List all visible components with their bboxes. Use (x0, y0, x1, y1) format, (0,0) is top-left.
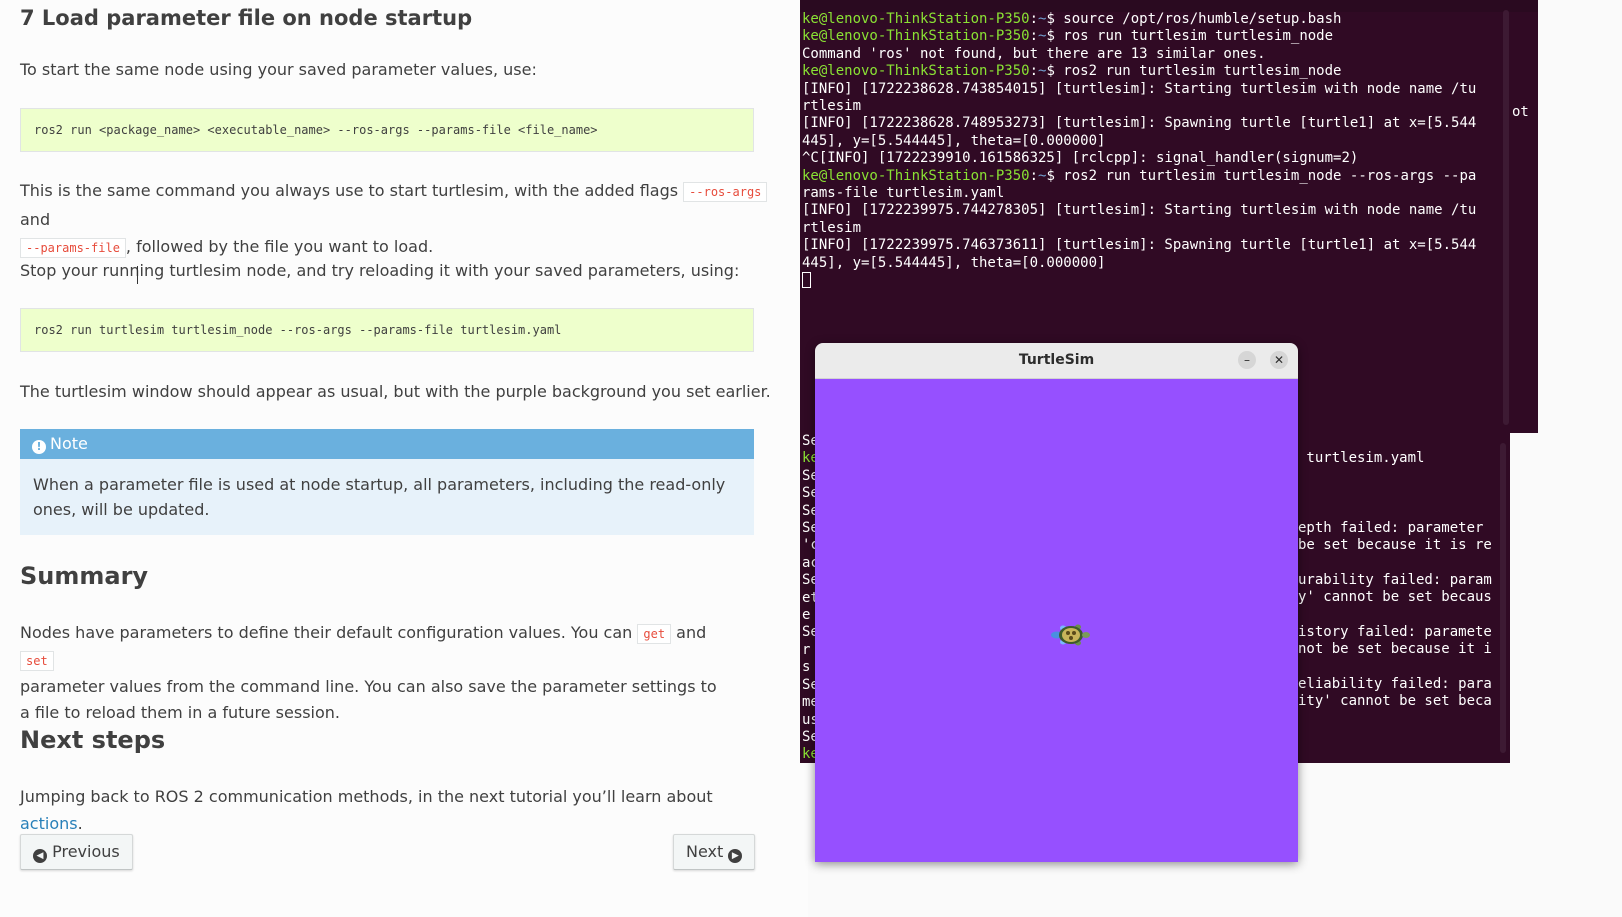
code-block-generic[interactable]: ros2 run <package_name> <executable_name… (20, 108, 754, 152)
terminal-front-right-fragment: ot (1512, 104, 1529, 120)
terminal-back-right-line: y' cannot be set becaus (1298, 589, 1492, 606)
note-body: When a parameter file is used at node st… (20, 459, 754, 535)
terminal-line: [INFO] [1722239975.744278305] [turtlesim… (802, 202, 1477, 219)
summary-text: Nodes have parameters to define their de… (20, 623, 638, 642)
prompt-command: $ ros2 run turtlesim turtlesim_node --ro… (1046, 167, 1477, 184)
terminal-back-right-line (1298, 659, 1508, 676)
flags-text: This is the same command you always use … (20, 181, 684, 200)
terminal-back-right-line: not be set because it i (1298, 641, 1492, 658)
terminal-line: [INFO] [1722238628.748953273] [turtlesim… (802, 115, 1477, 132)
inline-code-params-file: --params-file (20, 238, 126, 258)
terminal-line: rtlesim (802, 219, 862, 236)
terminal-back-right-text: turtlesim.yaml epth failed: parameter be s… (1298, 450, 1508, 711)
turtlesim-title: TurtleSim (1018, 352, 1095, 368)
next-steps-paragraph: Jumping back to ROS 2 communication meth… (20, 783, 780, 837)
prompt-command: $ ros run turtlesim turtlesim_node (1046, 28, 1334, 45)
terminal-back-right-line: eliability failed: para (1298, 676, 1492, 693)
terminal-line: ke@lenovo-ThinkStation-P350:~$ ros2 run … (802, 63, 1502, 80)
purple-background-paragraph: The turtlesim window should appear as us… (20, 382, 771, 401)
terminal-line: ke@lenovo-ThinkStation-P350:~$ ros run t… (802, 28, 1502, 45)
actions-link[interactable]: actions (20, 814, 78, 833)
turtle-icon (1051, 624, 1090, 646)
inline-code-ros-args: --ros-args (683, 182, 768, 202)
terminal-cursor (802, 272, 811, 288)
terminal-front-scrollbar[interactable] (1503, 10, 1509, 425)
close-button[interactable]: ✕ (1270, 351, 1288, 369)
terminal-line: 445], y=[5.544445], theta=[0.000000] (802, 254, 1106, 271)
terminal-line: ke@lenovo-ThinkStation-P350:~$ source /o… (802, 11, 1502, 28)
terminal-back-right-line (1298, 554, 1508, 571)
turtlesim-canvas[interactable] (815, 379, 1298, 862)
next-label: Next (686, 842, 724, 861)
prompt-command: $ ros2 run turtlesim turtlesim_node (1046, 63, 1342, 80)
terminal-back-right-line: urability failed: param (1298, 571, 1492, 588)
terminal-back-right-line (1298, 485, 1508, 502)
and-text: and (20, 210, 51, 229)
prompt-user: ke@lenovo-ThinkStation-P350 (802, 63, 1030, 80)
terminal-line: [INFO] [1722239975.746373611] [turtlesim… (802, 237, 1477, 254)
next-steps-text: Jumping back to ROS 2 communication meth… (20, 787, 713, 806)
summary-paragraph: Nodes have parameters to define their de… (20, 620, 720, 726)
terminal-back-right-line (1298, 467, 1508, 484)
summary-heading: Summary (20, 562, 149, 590)
inline-code-get: get (637, 624, 672, 644)
next-steps-period: . (77, 814, 83, 833)
prompt-user: ke@lenovo-ThinkStation-P350 (802, 28, 1030, 45)
note-title: Note (50, 434, 88, 453)
turtlesim-titlebar[interactable]: TurtleSim – ✕ (815, 343, 1298, 379)
terminal-line: Command 'ros' not found, but there are 1… (802, 45, 1266, 62)
inline-code-set: set (20, 651, 54, 671)
reload-paragraph: Stop your running turtlesim node, and tr… (20, 261, 740, 280)
prompt-separator: : (1029, 167, 1039, 184)
prompt-separator: : (1029, 28, 1039, 45)
terminal-front-output: ke@lenovo-ThinkStation-P350:~$ source /o… (802, 11, 1502, 272)
terminal-line: rams-file turtlesim.yaml (802, 185, 1005, 202)
terminal-line: [INFO] [1722238628.743854015] [turtlesim… (802, 80, 1477, 97)
note-header: ! Note (20, 429, 754, 459)
terminal-back-right-line: ity' cannot be set beca (1298, 693, 1492, 710)
summary-text-end: parameter values from the command line. … (20, 677, 717, 722)
documentation-pane: 7 Load parameter file on node startup To… (0, 0, 808, 917)
arrow-right-circle-icon: ▶ (728, 849, 743, 863)
text-cursor-icon (137, 266, 140, 284)
terminal-back-scrollbar[interactable] (1500, 443, 1506, 753)
previous-button[interactable]: ◀ Previous (20, 834, 133, 870)
intro-paragraph: To start the same node using your saved … (20, 60, 537, 79)
code-block-turtlesim[interactable]: ros2 run turtlesim turtlesim_node --ros-… (20, 308, 754, 352)
terminal-line: 445], y=[5.544445], theta=[0.000000] (802, 132, 1106, 149)
flags-text-end: , followed by the file you want to load. (125, 237, 434, 256)
turtlesim-window[interactable]: TurtleSim – ✕ (815, 343, 1298, 862)
prompt-separator: : (1029, 11, 1039, 27)
summary-and-text: and (671, 623, 707, 642)
section-heading: 7 Load parameter file on node startup (20, 6, 473, 30)
terminal-back-right-line: turtlesim.yaml (1298, 450, 1425, 466)
terminal-back-right-line (1298, 502, 1508, 519)
next-steps-heading: Next steps (20, 726, 166, 754)
prompt-user: ke@lenovo-ThinkStation-P350 (802, 11, 1030, 27)
arrow-left-circle-icon: ◀ (33, 849, 47, 863)
terminal-back-right-line: be set because it is re (1298, 536, 1492, 553)
prompt-user: ke@lenovo-ThinkStation-P350 (802, 167, 1030, 184)
terminal-line: ke@lenovo-ThinkStation-P350:~$ ros2 run … (802, 168, 1502, 185)
next-button[interactable]: Next ▶ (673, 834, 756, 870)
info-icon: ! (32, 440, 46, 454)
terminal-back-right-line: epth failed: parameter (1298, 519, 1484, 536)
terminal-line: ^C[INFO] [1722239910.161586325] [rclcpp]… (802, 150, 1359, 167)
terminal-back-right-line (1298, 607, 1508, 624)
minimize-button[interactable]: – (1238, 351, 1256, 369)
flags-paragraph: This is the same command you always use … (20, 177, 780, 262)
previous-label: Previous (52, 842, 120, 861)
prompt-separator: : (1029, 63, 1039, 80)
prompt-command: $ source /opt/ros/humble/setup.bash (1046, 11, 1342, 27)
terminal-back-right-line: istory failed: paramete (1298, 623, 1492, 640)
terminal-line: rtlesim (802, 98, 862, 115)
